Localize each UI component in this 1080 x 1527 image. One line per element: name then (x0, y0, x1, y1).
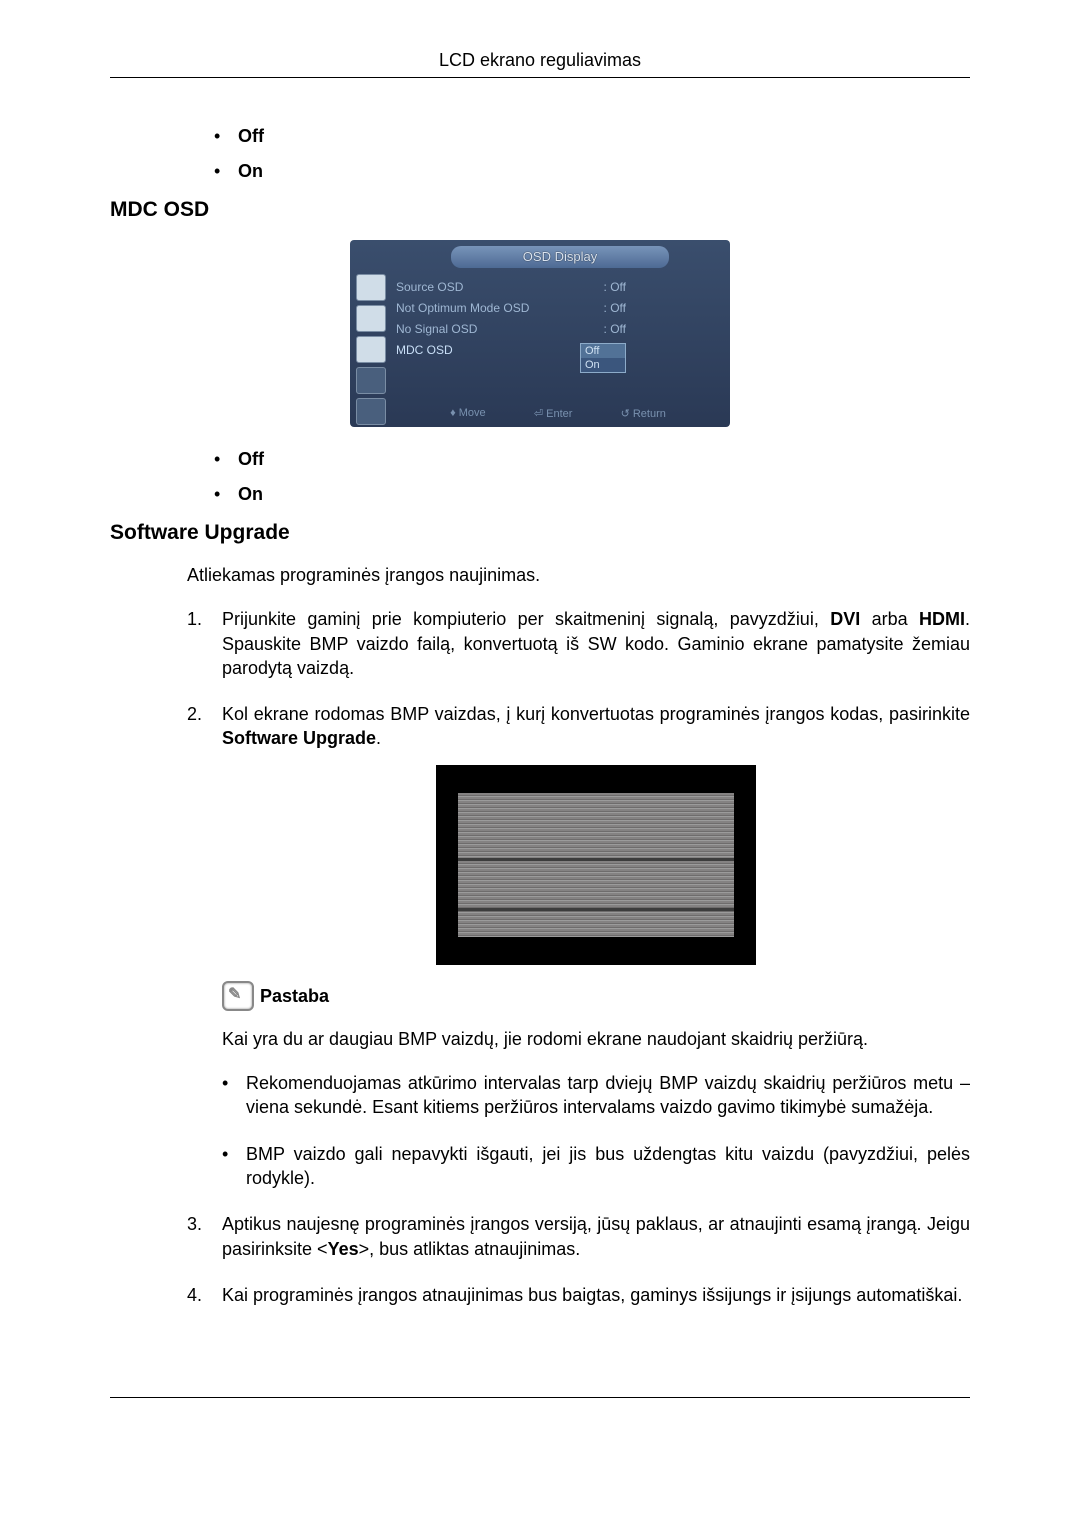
osd-icon-4 (356, 367, 386, 394)
osd-footer-return: ↺ Return (621, 407, 666, 420)
option-off: Off (238, 126, 264, 146)
note-intro: Kai yra du ar daugiau BMP vaizdų, jie ro… (222, 1027, 970, 1051)
step-2: 2. Kol ekrane rodomas BMP vaizdas, į kur… (187, 702, 970, 1190)
off-on-list-1: Off On (214, 126, 970, 182)
step-3: 3. Aptikus naujesnę programinės įrangos … (187, 1212, 970, 1261)
osd-row-value: : Off (604, 280, 626, 294)
osd-footer: ♦ Move ⏎ Enter ↺ Return (396, 403, 720, 424)
osd-footer-move: ♦ Move (450, 407, 486, 420)
osd-row-label: No Signal OSD (396, 322, 477, 336)
osd-row-label: Not Optimum Mode OSD (396, 301, 529, 315)
page-header: LCD ekrano reguliavimas (110, 50, 970, 78)
osd-icon-1 (356, 274, 386, 301)
note-bullet-2: BMP vaizdo gali nepavykti išgauti, jei j… (222, 1142, 970, 1191)
bmp-preview-image (458, 793, 734, 937)
osd-icon-2 (356, 305, 386, 332)
off-on-list-2: Off On (214, 449, 970, 505)
osd-icon-3 (356, 336, 386, 363)
osd-icon-5 (356, 398, 386, 425)
osd-side-icons (356, 274, 386, 425)
osd-row-value: : Off (604, 301, 626, 315)
osd-dropdown: Off On (580, 343, 626, 373)
heading-software-upgrade: Software Upgrade (110, 521, 970, 545)
step-4: 4. Kai programinės įrangos atnaujinimas … (187, 1283, 970, 1307)
intro-text: Atliekamas programinės įrangos naujinima… (187, 563, 970, 587)
osd-row-label: MDC OSD (396, 343, 453, 373)
note-icon (222, 981, 254, 1011)
osd-row-value: : Off (604, 322, 626, 336)
option-on: On (238, 161, 263, 181)
option-on: On (238, 484, 263, 504)
osd-dropdown-off: Off (581, 344, 625, 358)
note-heading: Pastaba (222, 981, 970, 1011)
osd-row-label: Source OSD (396, 280, 463, 294)
note-bullet-1: Rekomenduojamas atkūrimo intervalas tarp… (222, 1071, 970, 1120)
osd-footer-enter: ⏎ Enter (534, 407, 573, 420)
option-off: Off (238, 449, 264, 469)
osd-screenshot: OSD Display Source OSD : Off Not Optimum … (350, 240, 730, 427)
osd-title: OSD Display (451, 246, 669, 268)
step-1: 1. Prijunkite gaminį prie kompiuterio pe… (187, 607, 970, 680)
footer-divider (110, 1397, 970, 1398)
osd-dropdown-on: On (581, 358, 625, 372)
heading-mdc-osd: MDC OSD (110, 198, 970, 222)
bmp-preview-box (436, 765, 756, 965)
